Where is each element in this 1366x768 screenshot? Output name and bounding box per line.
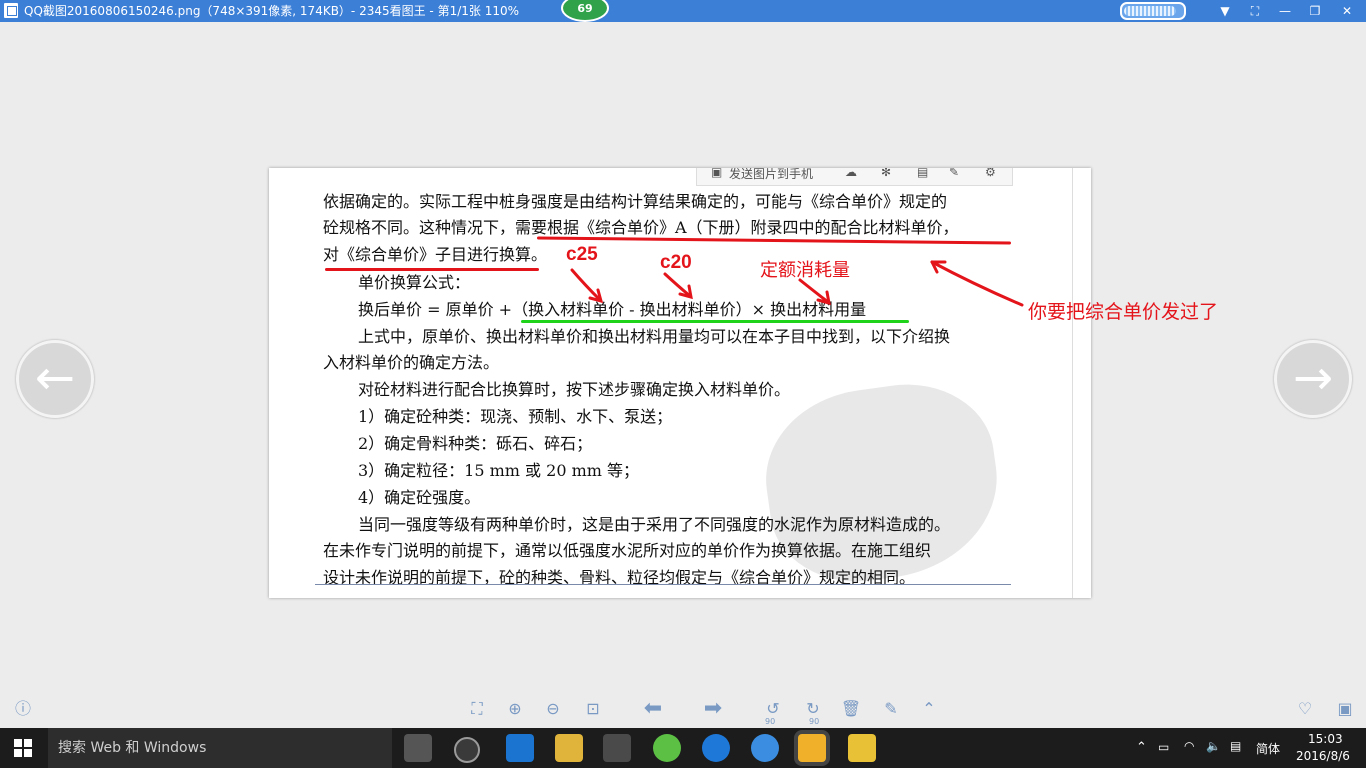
zoom-in-icon[interactable]: ⊕ [504,698,526,720]
ime-indicator[interactable]: 简体 [1256,740,1280,757]
delete-icon[interactable]: 🗑 [840,698,862,720]
prev-arrow-icon[interactable]: ⬅ [638,698,668,720]
arrow-c20 [663,272,692,298]
gallery-icon[interactable]: ▣ [1334,698,1356,720]
arrow-quota [798,278,830,304]
edge-icon[interactable] [506,734,534,762]
annotation-arrows [570,260,1024,307]
more-icon[interactable]: ⌃ [918,698,940,720]
browser-g2-icon[interactable] [751,734,779,762]
taskbar-search[interactable]: 搜索 Web 和 Windows [48,728,392,768]
store-icon[interactable] [603,734,631,762]
clock-date[interactable]: 2016/8/6 [1296,749,1350,763]
file-explorer-icon[interactable] [555,734,583,762]
ie-green-icon[interactable] [653,734,681,762]
browser-360-icon[interactable] [454,737,480,763]
search-placeholder: 搜索 Web 和 Windows [58,740,207,756]
info-icon[interactable]: ⓘ [12,698,34,720]
battery-icon[interactable]: ▭ [1158,740,1169,754]
browser-g-icon[interactable] [702,734,730,762]
arrow-c25 [570,268,602,302]
zoom-out-icon[interactable]: ⊖ [542,698,564,720]
image-viewer-app-icon[interactable] [798,734,826,762]
rotate-left-icon[interactable]: ↺ 90 [762,698,784,726]
rotate-right-icon[interactable]: ↻ 90 [802,698,824,726]
arrow-note [930,260,1024,307]
red-arrows [570,260,1024,307]
wifi-icon[interactable]: ◠ [1184,739,1194,753]
notification-icon[interactable]: ▤ [1230,739,1241,753]
clock-time[interactable]: 15:03 [1308,732,1343,746]
edit-image-icon[interactable]: ✎ [880,698,902,720]
viewer-toolbar: ⓘ ⛶ ⊕ ⊖ ⊡ ⬅ ➡ ↺ 90 ↻ 90 🗑 ✎ ⌃ ♡ ▣ [0,690,1366,728]
actual-size-icon[interactable]: ⊡ [582,698,604,720]
fit-window-icon[interactable]: ⛶ [466,698,488,720]
volume-icon[interactable]: 🔈 [1206,739,1221,753]
tray-chevron-icon[interactable]: ⌃ [1136,740,1147,755]
start-button[interactable] [14,739,32,757]
next-arrow-icon[interactable]: ➡ [698,698,728,720]
paint-app-icon[interactable] [848,734,876,762]
taskbar: 搜索 Web 和 Windows ⌃ ▭ ◠ 🔈 ▤ 简体 15:03 2016… [0,728,1366,768]
favorite-icon[interactable]: ♡ [1294,698,1316,720]
task-view-icon[interactable] [404,734,432,762]
